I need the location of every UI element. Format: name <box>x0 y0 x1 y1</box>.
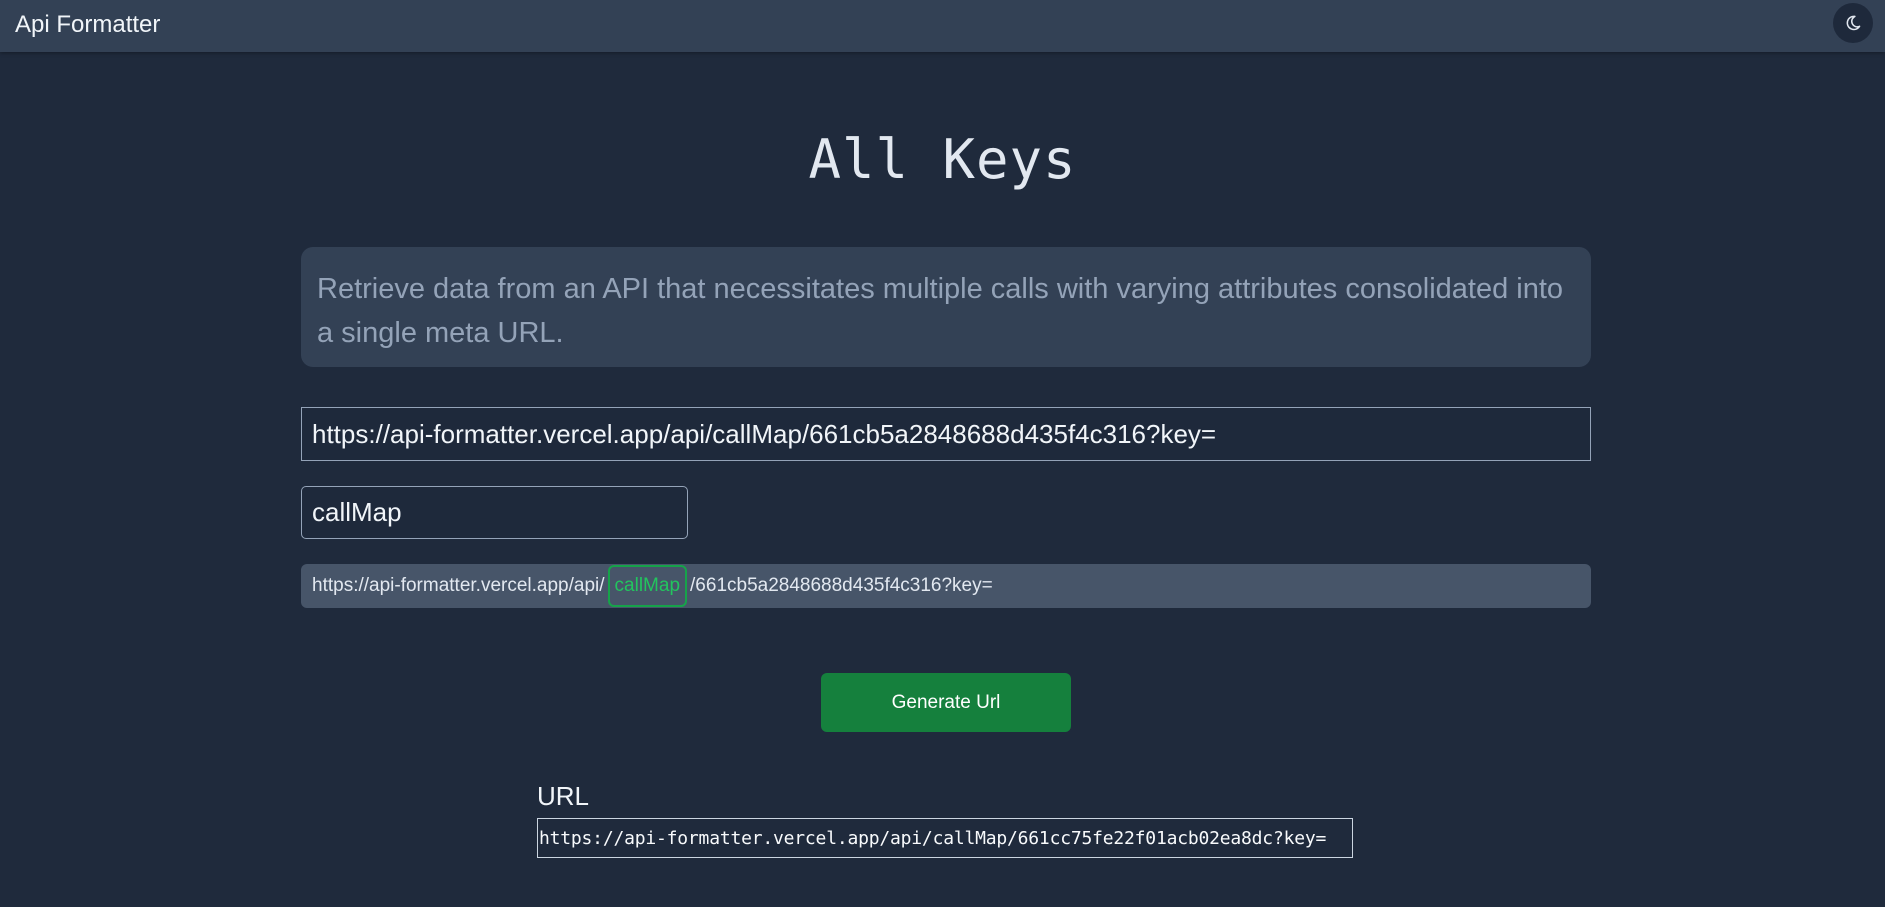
result-url-label: URL <box>537 781 590 811</box>
generate-url-button[interactable]: Generate Url <box>821 673 1071 732</box>
url-preview-suffix[interactable]: /661cb5a2848688d435f4c316?key= <box>689 575 994 597</box>
api-url-input[interactable] <box>301 407 1591 461</box>
top-navbar: Api Formatter <box>0 0 1885 52</box>
theme-toggle-button[interactable] <box>1833 3 1873 43</box>
brand-link[interactable]: Api Formatter <box>15 11 160 39</box>
url-preview: https://api-formatter.vercel.app/api/cal… <box>301 564 1591 608</box>
url-preview-prefix[interactable]: https://api-formatter.vercel.app/api/ <box>311 575 606 597</box>
url-preview-highlighted-segment[interactable]: callMap <box>607 565 688 607</box>
key-input[interactable] <box>301 486 688 539</box>
page-description: Retrieve data from an API that necessita… <box>301 247 1591 367</box>
page-title: All Keys <box>808 128 1077 191</box>
moon-icon <box>1846 15 1861 31</box>
result-url-output[interactable]: https://api-formatter.vercel.app/api/cal… <box>537 818 1353 858</box>
